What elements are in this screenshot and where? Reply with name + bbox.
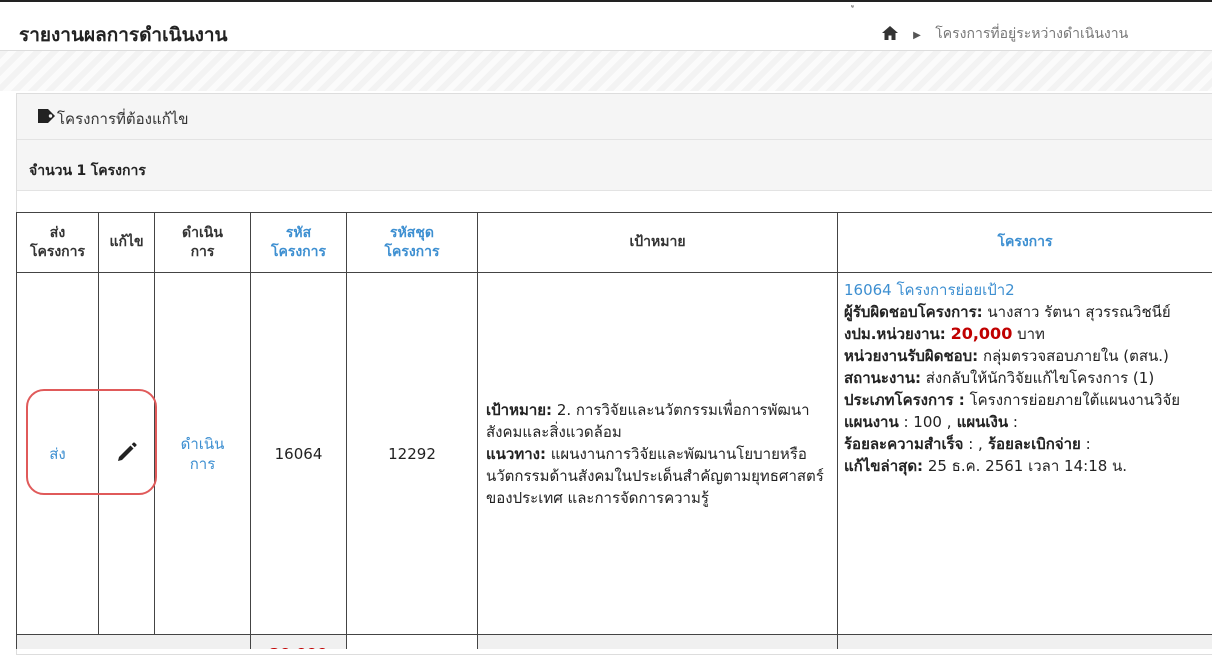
project-cell: 16064 โครงการย่อยเป้า2 ผู้รับผิดชอบโครงก… — [838, 273, 1212, 635]
page-header: รายงานผลการดำเนินงาน ▶ โครงการที่อยู่ระห… — [0, 10, 1212, 51]
updated-value: 25 ธ.ค. 2561 เวลา 14:18 น. — [923, 457, 1127, 475]
col-header-set-code[interactable]: รหัสชุด โครงการ — [347, 213, 478, 273]
plan-label: แผนงาน — [844, 413, 899, 431]
col-header-goal: เป้าหมาย — [478, 213, 838, 273]
tag-icon — [37, 108, 55, 128]
top-mark: ู — [854, 0, 860, 5]
updated-label: แก้ไขล่าสุด: — [844, 457, 923, 475]
success-value: : , — [963, 435, 982, 453]
col-header-edit: แก้ไข — [99, 213, 155, 273]
breadcrumb: ▶ โครงการที่อยู่ระหว่างดำเนินงาน — [882, 23, 1212, 45]
budget-unit: บาท — [1012, 325, 1045, 343]
project-count-row: จำนวน 1 โครงการ — [17, 140, 1212, 191]
project-code-cell: 16064 — [251, 273, 347, 635]
plan-money-value: : — [1008, 413, 1018, 431]
action-link[interactable]: ดำเนิน การ — [181, 435, 225, 473]
col-header-do: ดำเนิน การ — [155, 213, 251, 273]
home-icon[interactable] — [882, 23, 903, 42]
page-title: รายงานผลการดำเนินงาน — [19, 20, 228, 50]
disburse-value: : — [1081, 435, 1091, 453]
panel-heading-text: โครงการที่ต้องแก้ไข — [57, 107, 189, 131]
count-value: 1 — [77, 163, 87, 179]
pencil-icon[interactable] — [116, 449, 138, 467]
type-value: โครงการย่อยภายใต้แผนงานวิจัย — [965, 391, 1180, 409]
col-header-project-code[interactable]: รหัส โครงการ — [251, 213, 347, 273]
breadcrumb-current[interactable]: โครงการที่อยู่ระหว่างดำเนินงาน — [935, 26, 1128, 42]
table-row: ส่ง ดำเนิน การ 16064 12292 เป้าห — [17, 273, 1212, 635]
decorative-band — [0, 51, 1212, 91]
table-footer-row: งบประมาณรวม 20,000 — [17, 635, 1212, 650]
set-code-cell: 12292 — [347, 273, 478, 635]
unit-value: กลุ่มตรวจสอบภายใน (ตสน.) — [978, 347, 1169, 365]
unit-label: หน่วยงานรับผิดชอบ: — [844, 347, 978, 365]
plan-value: : 100 , — [899, 413, 952, 431]
breadcrumb-separator-icon: ▶ — [913, 30, 921, 41]
send-link[interactable]: ส่ง — [49, 445, 65, 463]
send-cell: ส่ง — [17, 273, 99, 635]
budget-label: งปม.หน่วยงาน: — [844, 325, 946, 343]
budget-value: 20,000 — [951, 324, 1013, 343]
project-title-link[interactable]: 16064 โครงการย่อยเป้า2 — [844, 281, 1015, 299]
projects-table: ส่ง โครงการ แก้ไข ดำเนิน การ รหัส โครงกา… — [16, 212, 1212, 649]
owner-value: นางสาว รัตนา สุวรรณวิชนีย์ — [983, 303, 1171, 321]
status-label: สถานะงาน: — [844, 369, 921, 387]
total-label: งบประมาณรวม — [17, 635, 251, 650]
type-label: ประเภทโครงการ : — [844, 391, 965, 409]
footer-empty-cell — [347, 635, 478, 650]
count-prefix: จำนวน — [29, 163, 72, 179]
top-frame-line — [0, 0, 1212, 2]
footer-empty-cell — [478, 635, 838, 650]
goal-label: เป้าหมาย: — [486, 401, 552, 419]
footer-empty-cell — [838, 635, 1212, 650]
approach-label: แนวทาง: — [486, 445, 546, 463]
edit-cell — [99, 273, 155, 635]
total-value: 20,000 — [251, 635, 347, 650]
owner-label: ผู้รับผิดชอบโครงการ: — [844, 303, 983, 321]
action-cell: ดำเนิน การ — [155, 273, 251, 635]
count-suffix: โครงการ — [91, 163, 146, 179]
col-header-project[interactable]: โครงการ — [838, 213, 1212, 273]
table-header-row: ส่ง โครงการ แก้ไข ดำเนิน การ รหัส โครงกา… — [17, 213, 1212, 273]
success-label: ร้อยละความสำเร็จ — [844, 435, 963, 453]
goal-cell: เป้าหมาย: 2. การวิจัยและนวัตกรรมเพื่อการ… — [478, 273, 838, 635]
col-header-send: ส่ง โครงการ — [17, 213, 99, 273]
panel-heading: โครงการที่ต้องแก้ไข — [17, 94, 1212, 140]
status-value: ส่งกลับให้นักวิจัยแก้ไขโครงการ (1) — [921, 369, 1154, 387]
disburse-label: ร้อยละเบิกจ่าย — [983, 435, 1081, 453]
plan-money-label: แผนเงิน — [951, 413, 1008, 431]
